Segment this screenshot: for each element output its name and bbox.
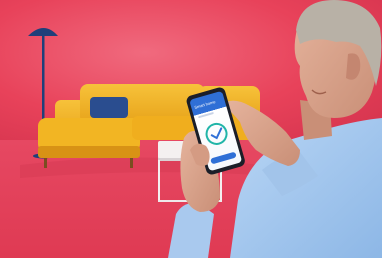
blue-cushion [90,97,128,118]
photo-illustration: Smart home [0,0,382,258]
photo-scene: Smart home [0,0,382,258]
